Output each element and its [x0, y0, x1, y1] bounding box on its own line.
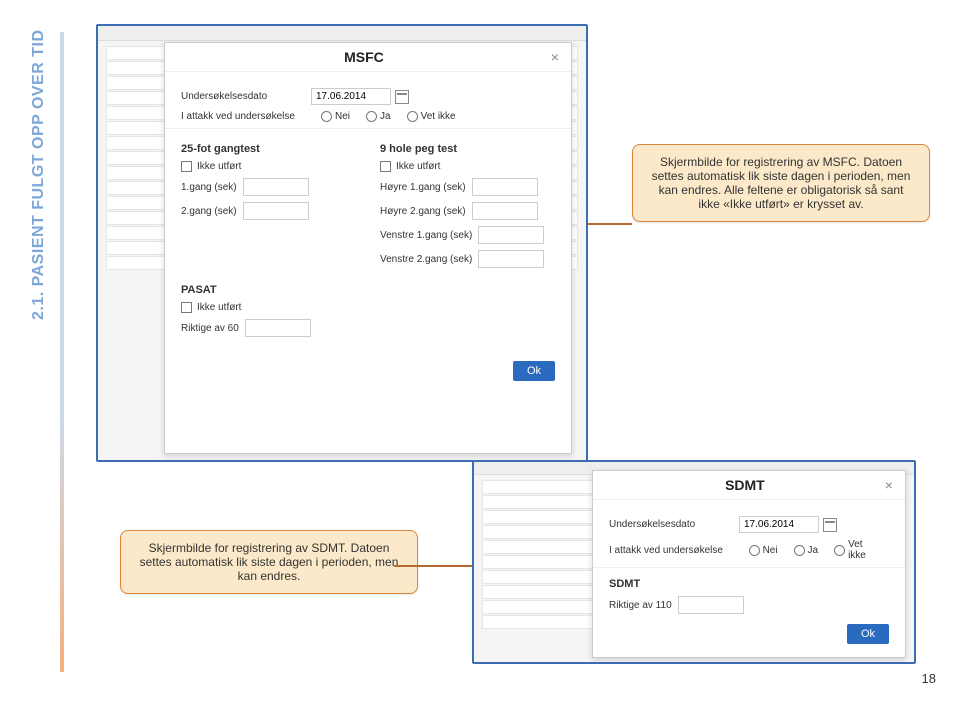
- callout-sdmt: Skjermbilde for registrering av SDMT. Da…: [120, 530, 418, 594]
- attack-label: I attakk ved undersøkelse: [609, 545, 739, 556]
- exam-date-input[interactable]: [311, 88, 391, 105]
- modal-title: MSFC: [344, 49, 384, 65]
- radio-yes[interactable]: [794, 545, 805, 556]
- h2-input[interactable]: [472, 202, 538, 220]
- modal-title: SDMT: [725, 477, 765, 493]
- gang1-input[interactable]: [243, 178, 309, 196]
- close-icon[interactable]: ×: [885, 477, 893, 493]
- callout-connector: [394, 565, 472, 567]
- gang2-input[interactable]: [243, 202, 309, 220]
- ok-button[interactable]: Ok: [513, 361, 555, 381]
- pegtest-heading: 9 hole peg test: [380, 143, 555, 155]
- calendar-icon[interactable]: [823, 518, 837, 532]
- not-done-checkbox[interactable]: [181, 302, 192, 313]
- v2-input[interactable]: [478, 250, 544, 268]
- page-number: 18: [922, 671, 936, 686]
- pasat-input[interactable]: [245, 319, 311, 337]
- radio-yes[interactable]: [366, 111, 377, 122]
- modal-sdmt: SDMT × Undersøkelsesdato I attakk ved un…: [592, 470, 906, 658]
- modal-msfc: MSFC × Undersøkelsesdato I attakk ved un…: [164, 42, 572, 454]
- close-icon[interactable]: ×: [551, 49, 559, 65]
- radio-unknown[interactable]: [834, 545, 845, 556]
- sidebar-section-label: 2.1. PASIENT FULGT OPP OVER TID: [30, 29, 48, 320]
- sdmt-heading: SDMT: [609, 578, 889, 590]
- attack-label: I attakk ved undersøkelse: [181, 111, 311, 122]
- screenshot-sdmt: SDMT × Undersøkelsesdato I attakk ved un…: [472, 460, 916, 664]
- callout-msfc: Skjermbilde for registrering av MSFC. Da…: [632, 144, 930, 222]
- gangtest-heading: 25-fot gangtest: [181, 143, 356, 155]
- radio-unknown[interactable]: [407, 111, 418, 122]
- sdmt-input[interactable]: [678, 596, 744, 614]
- ok-button[interactable]: Ok: [847, 624, 889, 644]
- exam-date-input[interactable]: [739, 516, 819, 533]
- v1-input[interactable]: [478, 226, 544, 244]
- exam-date-label: Undersøkelsesdato: [609, 519, 739, 530]
- exam-date-label: Undersøkelsesdato: [181, 91, 311, 102]
- radio-no[interactable]: [321, 111, 332, 122]
- h1-input[interactable]: [472, 178, 538, 196]
- not-done-checkbox[interactable]: [181, 161, 192, 172]
- pasat-heading: PASAT: [181, 284, 555, 296]
- not-done-checkbox[interactable]: [380, 161, 391, 172]
- screenshot-msfc: MSFC × Undersøkelsesdato I attakk ved un…: [96, 24, 588, 462]
- radio-no[interactable]: [749, 545, 760, 556]
- sidebar-stripe: [60, 32, 64, 672]
- calendar-icon[interactable]: [395, 90, 409, 104]
